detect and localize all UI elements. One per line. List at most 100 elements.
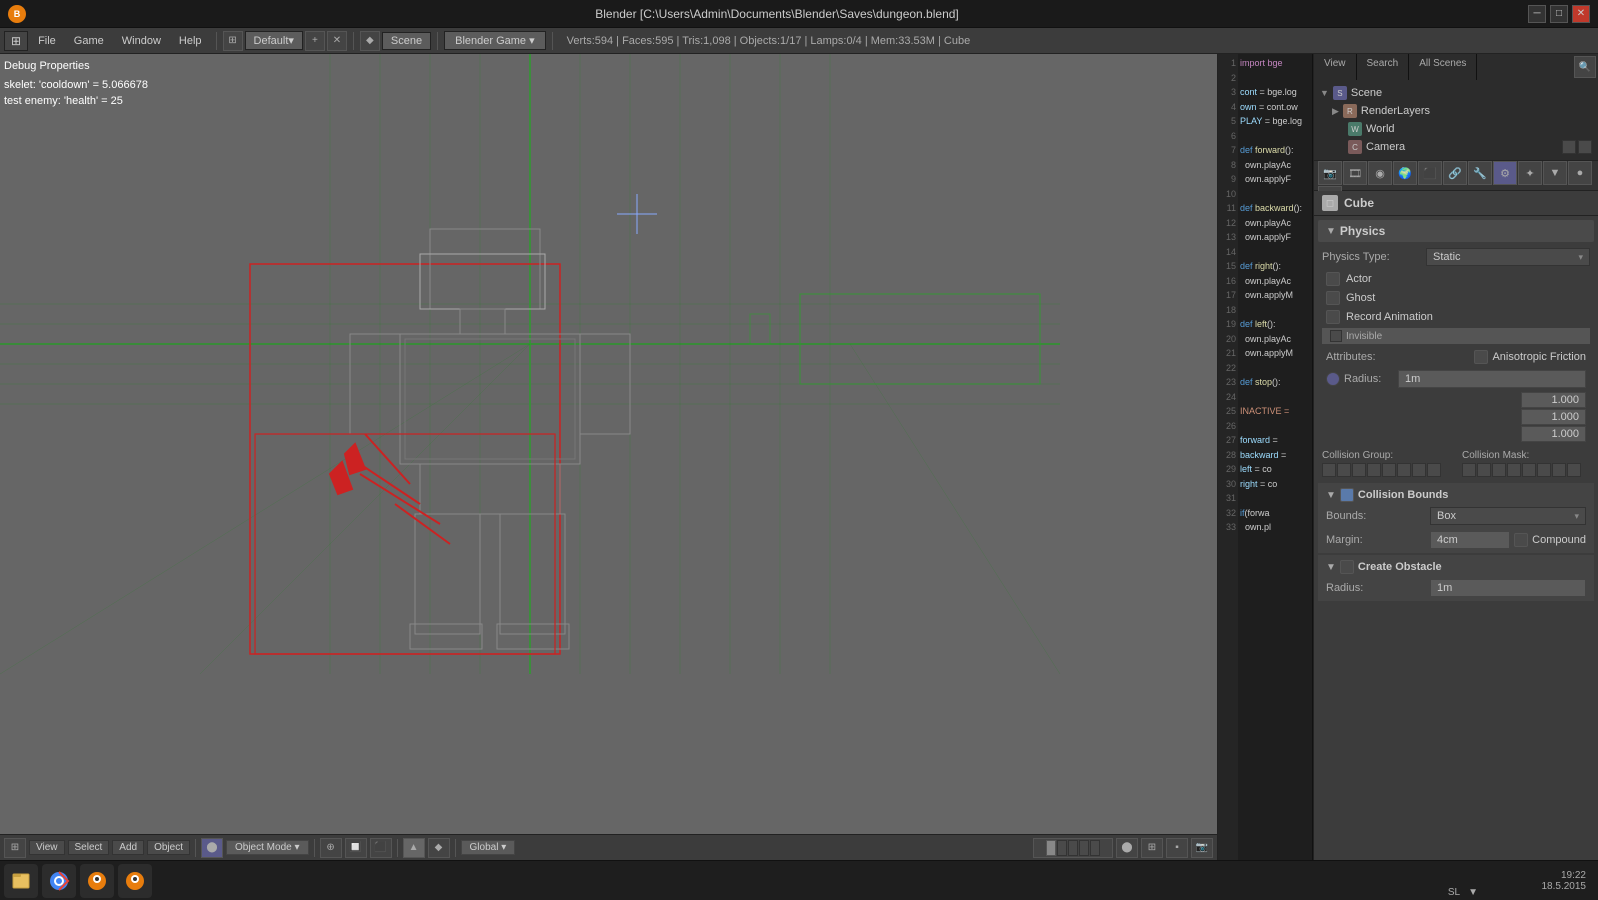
properties-toolbar: 📷 🎞 ◉ 🌍 ⬛ 🔗 🔧 ⚙ ✦ ▼ ● ◫ bbox=[1314, 161, 1598, 191]
collision-bounds-toggle[interactable] bbox=[1340, 488, 1354, 502]
all-scenes-btn[interactable]: All Scenes bbox=[1409, 54, 1477, 80]
create-obstacle-toggle[interactable] bbox=[1340, 560, 1354, 574]
object-menu-btn[interactable]: Object bbox=[147, 840, 190, 855]
minimize-button[interactable]: ─ bbox=[1528, 5, 1546, 23]
remove-layout-btn[interactable]: ✕ bbox=[327, 31, 347, 51]
camera-eye-btn[interactable] bbox=[1562, 140, 1576, 154]
camera-controls bbox=[1562, 140, 1592, 154]
search-tab[interactable]: Search bbox=[1357, 54, 1410, 80]
scene-props-icon[interactable]: ◉ bbox=[1368, 161, 1392, 185]
world-props-icon[interactable]: 🌍 bbox=[1393, 161, 1417, 185]
taskbar-blender2-icon[interactable] bbox=[118, 864, 152, 898]
viewport-editor-icon[interactable]: ⊞ bbox=[4, 838, 26, 858]
draw-mode-icon[interactable]: ▲ bbox=[403, 838, 425, 858]
constraints-icon[interactable]: 🔗 bbox=[1443, 161, 1467, 185]
cm-btn-3[interactable] bbox=[1492, 463, 1506, 477]
overlay-icon[interactable]: ⊞ bbox=[1141, 838, 1163, 858]
menu-file[interactable]: File bbox=[30, 33, 64, 49]
editor-type-selector[interactable]: ⊞ bbox=[4, 31, 28, 51]
obstacle-radius-row: Radius: 1m bbox=[1322, 577, 1590, 599]
render-icon[interactable]: 📷 bbox=[1318, 161, 1342, 185]
add-layout-btn[interactable]: + bbox=[305, 31, 325, 51]
physics-icon[interactable]: ⚙ bbox=[1493, 161, 1517, 185]
actor-checkbox[interactable] bbox=[1326, 272, 1340, 286]
cm-btn-1[interactable] bbox=[1462, 463, 1476, 477]
cm-btn-8[interactable] bbox=[1567, 463, 1581, 477]
bg-icon[interactable]: ▪ bbox=[1166, 838, 1188, 858]
editor-icon[interactable]: ⊞ bbox=[223, 31, 243, 51]
taskbar-files-icon[interactable] bbox=[4, 864, 38, 898]
margin-input[interactable]: 4cm bbox=[1430, 531, 1510, 549]
cg-btn-2[interactable] bbox=[1337, 463, 1351, 477]
taskbar-blender1-icon[interactable] bbox=[80, 864, 114, 898]
blender-logo-icon: B bbox=[8, 5, 26, 23]
add-menu-btn[interactable]: Add bbox=[112, 840, 144, 855]
taskbar-chrome-icon[interactable] bbox=[42, 864, 76, 898]
solid-icon[interactable]: ⬤ bbox=[1116, 838, 1138, 858]
engine-selector[interactable]: Blender Game ▾ bbox=[444, 31, 546, 50]
modifiers-icon[interactable]: 🔧 bbox=[1468, 161, 1492, 185]
cg-btn-6[interactable] bbox=[1397, 463, 1411, 477]
cg-btn-8[interactable] bbox=[1427, 463, 1441, 477]
tree-item-renderlayers[interactable]: ▶ R RenderLayers bbox=[1316, 102, 1596, 120]
anisotropic-val-1[interactable]: 1.000 bbox=[1521, 392, 1586, 408]
anisotropic-toggle[interactable]: Anisotropic Friction bbox=[1474, 350, 1586, 364]
anisotropic-val-3[interactable]: 1.000 bbox=[1521, 426, 1586, 442]
tree-item-camera[interactable]: C Camera bbox=[1316, 138, 1596, 156]
object-mode-selector[interactable]: Object Mode ▾ bbox=[226, 840, 309, 855]
object-props-icon[interactable]: ⬛ bbox=[1418, 161, 1442, 185]
cm-btn-2[interactable] bbox=[1477, 463, 1491, 477]
cg-btn-3[interactable] bbox=[1352, 463, 1366, 477]
material-icon[interactable]: ● bbox=[1568, 161, 1592, 185]
menu-game[interactable]: Game bbox=[66, 33, 112, 49]
cg-btn-1[interactable] bbox=[1322, 463, 1336, 477]
close-button[interactable]: ✕ bbox=[1572, 5, 1590, 23]
draw-mode2-icon[interactable]: ◆ bbox=[428, 838, 450, 858]
scene-selector[interactable]: Scene bbox=[382, 32, 431, 50]
cm-btn-6[interactable] bbox=[1537, 463, 1551, 477]
compound-checkbox[interactable] bbox=[1514, 533, 1528, 547]
view-tab[interactable]: View bbox=[1314, 54, 1357, 80]
collision-group-label: Collision Group: bbox=[1322, 450, 1450, 461]
anisotropic-val-2[interactable]: 1.000 bbox=[1521, 409, 1586, 425]
cg-btn-4[interactable] bbox=[1367, 463, 1381, 477]
snap2-icon[interactable]: ⬛ bbox=[370, 838, 392, 858]
snap-icon[interactable]: 🔲 bbox=[345, 838, 367, 858]
camera-icon[interactable]: 📷 bbox=[1191, 838, 1213, 858]
cg-btn-5[interactable] bbox=[1382, 463, 1396, 477]
radius-input[interactable]: 1m bbox=[1398, 370, 1586, 388]
cg-btn-7[interactable] bbox=[1412, 463, 1426, 477]
compound-toggle[interactable]: Compound bbox=[1514, 533, 1586, 547]
ghost-checkbox[interactable] bbox=[1326, 291, 1340, 305]
obstacle-radius-input[interactable]: 1m bbox=[1430, 579, 1586, 597]
search-icon[interactable]: 🔍 bbox=[1574, 56, 1596, 78]
render-settings-icon[interactable]: 🎞 bbox=[1343, 161, 1367, 185]
view-menu-btn[interactable]: View bbox=[29, 840, 65, 855]
cm-btn-5[interactable] bbox=[1522, 463, 1536, 477]
bounds-selector[interactable]: Box ▾ bbox=[1430, 507, 1586, 525]
transform-selector[interactable]: Global ▾ bbox=[461, 840, 516, 855]
script-editor[interactable]: 12345 678910 1112131415 1617181920 21222… bbox=[1218, 54, 1313, 860]
collision-bounds-header[interactable]: ▼ Collision Bounds bbox=[1322, 485, 1590, 505]
invisible-bar[interactable]: Invisible bbox=[1322, 328, 1590, 344]
camera-lock-btn[interactable] bbox=[1578, 140, 1592, 154]
tree-item-scene[interactable]: ▼ S Scene bbox=[1316, 84, 1596, 102]
physics-section-header[interactable]: ▼ Physics bbox=[1318, 220, 1594, 242]
anisotropic-checkbox[interactable] bbox=[1474, 350, 1488, 364]
data-icon[interactable]: ▼ bbox=[1543, 161, 1567, 185]
tree-item-world[interactable]: W World bbox=[1316, 120, 1596, 138]
menu-window[interactable]: Window bbox=[114, 33, 169, 49]
physics-type-selector[interactable]: Static ▾ bbox=[1426, 248, 1590, 266]
particles-icon[interactable]: ✦ bbox=[1518, 161, 1542, 185]
menu-help[interactable]: Help bbox=[171, 33, 210, 49]
viewport[interactable]: Debug Properties skelet: 'cooldown' = 5.… bbox=[0, 54, 1218, 860]
properties-panel: View Search All Scenes 🔍 ▼ S bbox=[1313, 54, 1598, 860]
layout-selector[interactable]: Default ▾ bbox=[245, 31, 303, 50]
pivot-icon[interactable]: ⊕ bbox=[320, 838, 342, 858]
cm-btn-4[interactable] bbox=[1507, 463, 1521, 477]
record-animation-checkbox[interactable] bbox=[1326, 310, 1340, 324]
cm-btn-7[interactable] bbox=[1552, 463, 1566, 477]
select-menu-btn[interactable]: Select bbox=[68, 840, 110, 855]
maximize-button[interactable]: □ bbox=[1550, 5, 1568, 23]
create-obstacle-header[interactable]: ▼ Create Obstacle bbox=[1322, 557, 1590, 577]
